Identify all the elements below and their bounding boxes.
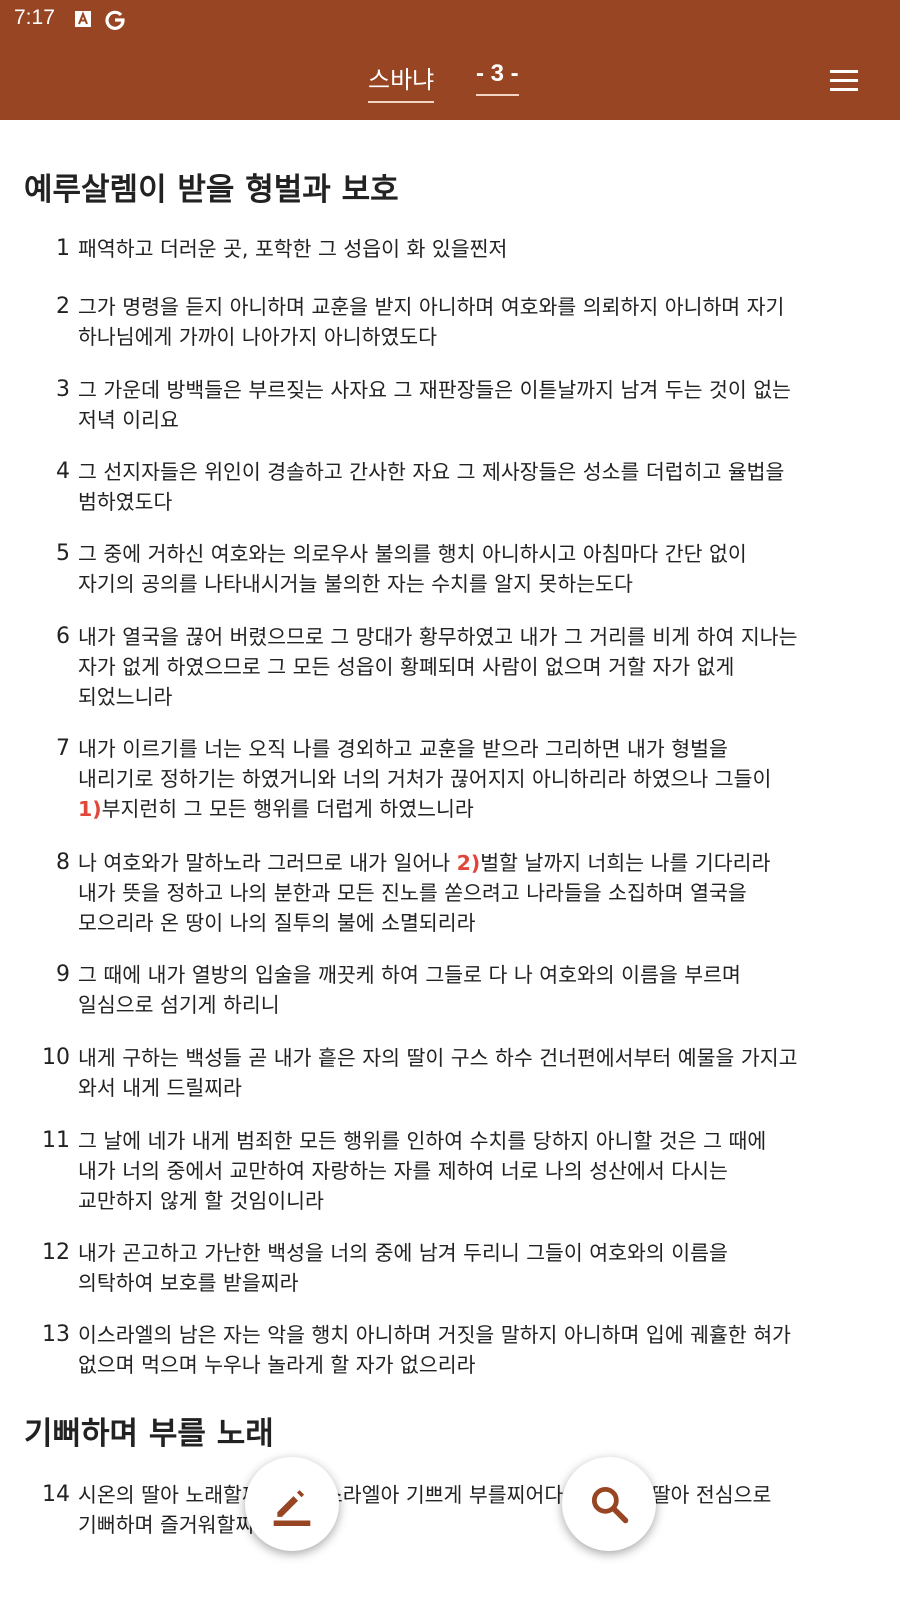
edit-button[interactable]	[245, 1457, 339, 1551]
search-button[interactable]	[562, 1457, 656, 1551]
verse-number: 14	[42, 1482, 70, 1507]
verse-number: 1	[56, 236, 70, 261]
chapter-selector-button[interactable]: - 3 -	[476, 60, 519, 96]
verse-number: 13	[42, 1322, 70, 1347]
footnote-marker[interactable]: 2)	[457, 851, 481, 875]
verse-text: 내가 열국을 끊어 버렸으므로 그 망대가 황무하였고 내가 그 거리를 비게 …	[78, 625, 798, 709]
verse-number: 9	[56, 962, 70, 987]
verse-text: 시온의 딸아 노래할찌어다 이스라엘아 기쁘게 부를찌어다 예루살렘 딸아 전심…	[78, 1483, 772, 1537]
app-bar: 7:17 스바냐 - 3 -	[0, 0, 900, 120]
verse-number: 10	[42, 1045, 70, 1070]
verse-number: 6	[56, 624, 70, 649]
verse-number: 12	[42, 1240, 70, 1265]
verse-text: 나 여호와가 말하노라 그러므로 내가 일어나 2)벌할 날까지 너희는 나를 …	[78, 851, 771, 935]
verse-text: 그 선지자들은 위인이 경솔하고 간사한 자요 그 제사장들은 성소를 더럽히고…	[78, 460, 785, 514]
menu-icon[interactable]	[830, 70, 860, 92]
section-heading: 예루살렘이 받을 형벌과 보호	[24, 172, 399, 208]
footnote-marker[interactable]: 1)	[78, 797, 102, 821]
verse-text: 내게 구하는 백성들 곧 내가 흩은 자의 딸이 구스 하수 건너편에서부터 예…	[78, 1046, 798, 1100]
verse-text: 그 가운데 방백들은 부르짖는 사자요 그 재판장들은 이튿날까지 남겨 두는 …	[78, 378, 791, 432]
verse-number: 3	[56, 377, 70, 402]
verse-number: 7	[56, 736, 70, 761]
chapter-content[interactable]: 예루살렘이 받을 형벌과 보호 1 패역하고 더러운 곳, 포학한 그 성읍이 …	[0, 120, 900, 1600]
verse-number: 8	[56, 850, 70, 875]
verse-text: 이스라엘의 남은 자는 악을 행치 아니하며 거짓을 말하지 아니하며 입에 궤…	[78, 1323, 791, 1377]
google-icon	[105, 10, 125, 30]
verse-number: 11	[42, 1128, 70, 1153]
book-title-button[interactable]: 스바냐	[368, 60, 435, 103]
verse-text: 그 때에 내가 열방의 입술을 깨끗케 하여 그들로 다 나 여호와의 이름을 …	[78, 963, 741, 1017]
verse-text: 패역하고 더러운 곳, 포학한 그 성읍이 화 있을찐저	[78, 237, 508, 261]
verse-number: 5	[56, 541, 70, 566]
section-heading: 기뻐하며 부를 노래	[24, 1416, 274, 1452]
verse-text: 내가 곤고하고 가난한 백성을 너의 중에 남겨 두리니 그들이 여호와의 이름…	[78, 1241, 728, 1295]
verse-text: 내가 이르기를 너는 오직 나를 경외하고 교훈을 받으라 그리하면 내가 형벌…	[78, 737, 772, 821]
verse-text: 그 날에 네가 내게 범죄한 모든 행위를 인하여 수치를 당하지 아니할 것은…	[78, 1129, 767, 1213]
search-icon	[591, 1486, 629, 1524]
verse-number: 4	[56, 459, 70, 484]
status-time: 7:17	[14, 6, 55, 29]
verse-text: 그가 명령을 듣지 아니하며 교훈을 받지 아니하며 여호와를 의뢰하지 아니하…	[78, 295, 785, 349]
verse-number: 2	[56, 294, 70, 319]
verse-text: 그 중에 거하신 여호와는 의로우사 불의를 행치 아니하시고 아침마다 간단 …	[78, 542, 747, 596]
edit-icon	[273, 1490, 311, 1526]
a-box-icon	[75, 11, 91, 27]
